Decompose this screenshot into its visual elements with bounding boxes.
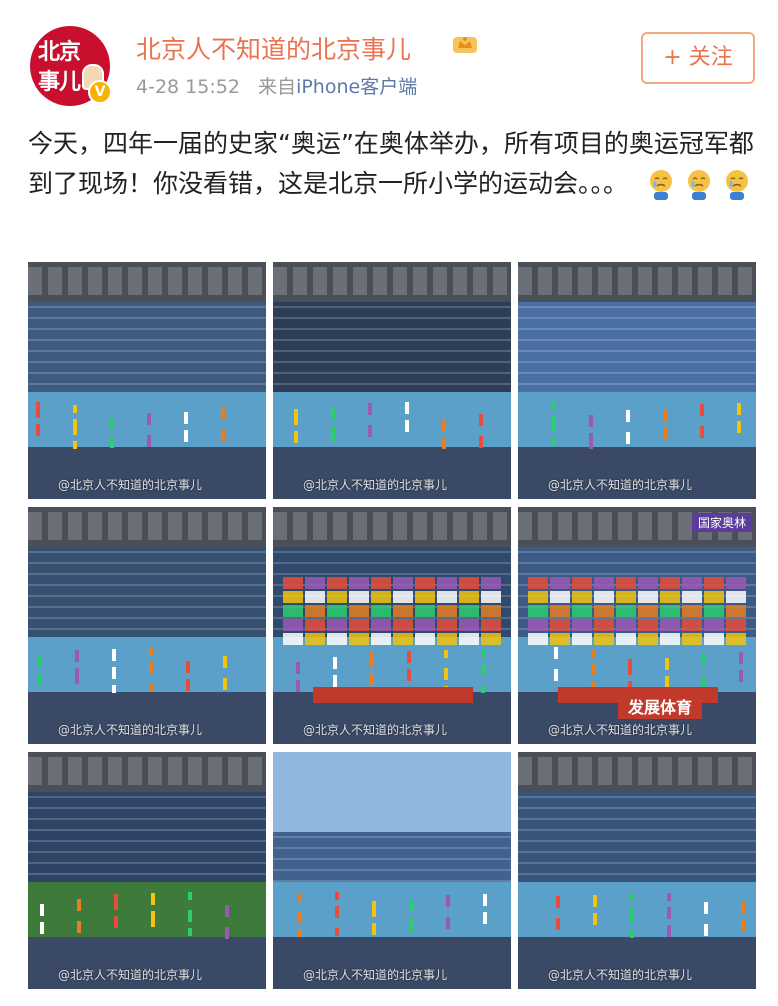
photo-thumbnail[interactable]: @北京人不知道的北京事儿 [518,262,756,499]
photo-thumbnail[interactable]: @北京人不知道的北京事儿 [28,752,266,989]
photo-thumbnail[interactable]: @北京人不知道的北京事儿 [273,507,511,744]
photo-thumbnail[interactable]: @北京人不知道的北京事儿 [273,752,511,989]
post-timestamp: 4-28 15:52 [136,76,240,98]
post-meta: 4-28 15:52 来自iPhone客户端 [136,72,417,99]
photo-watermark: @北京人不知道的北京事儿 [548,968,693,982]
crying-face-emoji [684,169,714,201]
photo-thumbnail[interactable]: @北京人不知道的北京事儿 [518,752,756,989]
post-source-prefix: 来自 [258,76,297,98]
banner-text-bottom: 发展体育 [618,693,703,719]
photo-watermark: @北京人不知道的北京事儿 [303,723,448,737]
photo-thumbnail[interactable]: @北京人不知道的北京事儿 [28,262,266,499]
follow-button[interactable]: + 关注 [641,32,755,84]
avatar-text-line2: 事儿 [38,69,81,95]
verified-v-icon: V [88,80,112,104]
photo-thumbnail[interactable]: @北京人不知道的北京事儿 [28,507,266,744]
photo-thumbnail[interactable]: @北京人不知道的北京事儿 国家奥林发展体育 [518,507,756,744]
photo-watermark: @北京人不知道的北京事儿 [303,968,448,982]
post-source-link[interactable]: iPhone客户端 [296,76,417,98]
avatar-text-line1: 北京 [38,39,81,65]
crying-face-emoji [722,169,752,201]
photo-watermark: @北京人不知道的北京事儿 [548,478,693,492]
photo-watermark: @北京人不知道的北京事儿 [58,478,203,492]
photo-thumbnail[interactable]: @北京人不知道的北京事儿 [273,262,511,499]
banner-text-top: 国家奥林 [691,513,752,532]
photo-watermark: @北京人不知道的北京事儿 [548,723,693,737]
crying-face-emoji [646,169,676,201]
photo-watermark: @北京人不知道的北京事儿 [303,478,448,492]
username[interactable]: 北京人不知道的北京事儿 [136,30,411,66]
photo-watermark: @北京人不知道的北京事儿 [58,968,203,982]
post-text: 今天，四年一届的史家“奥运”在奥体举办，所有项目的奥运冠军都到了现场！你没看错，… [28,124,758,204]
photo-watermark: @北京人不知道的北京事儿 [58,723,203,737]
photo-grid: @北京人不知道的北京事儿 @北京人不知道的北京事儿 @北京人不知道的北京事儿 @北京人… [28,262,756,989]
post-header: 北京 事儿 V 北京人不知道的北京事儿 4-28 15:52 来自iPhone客… [0,0,778,110]
emoji-row [646,169,752,201]
crown-icon [453,37,477,53]
